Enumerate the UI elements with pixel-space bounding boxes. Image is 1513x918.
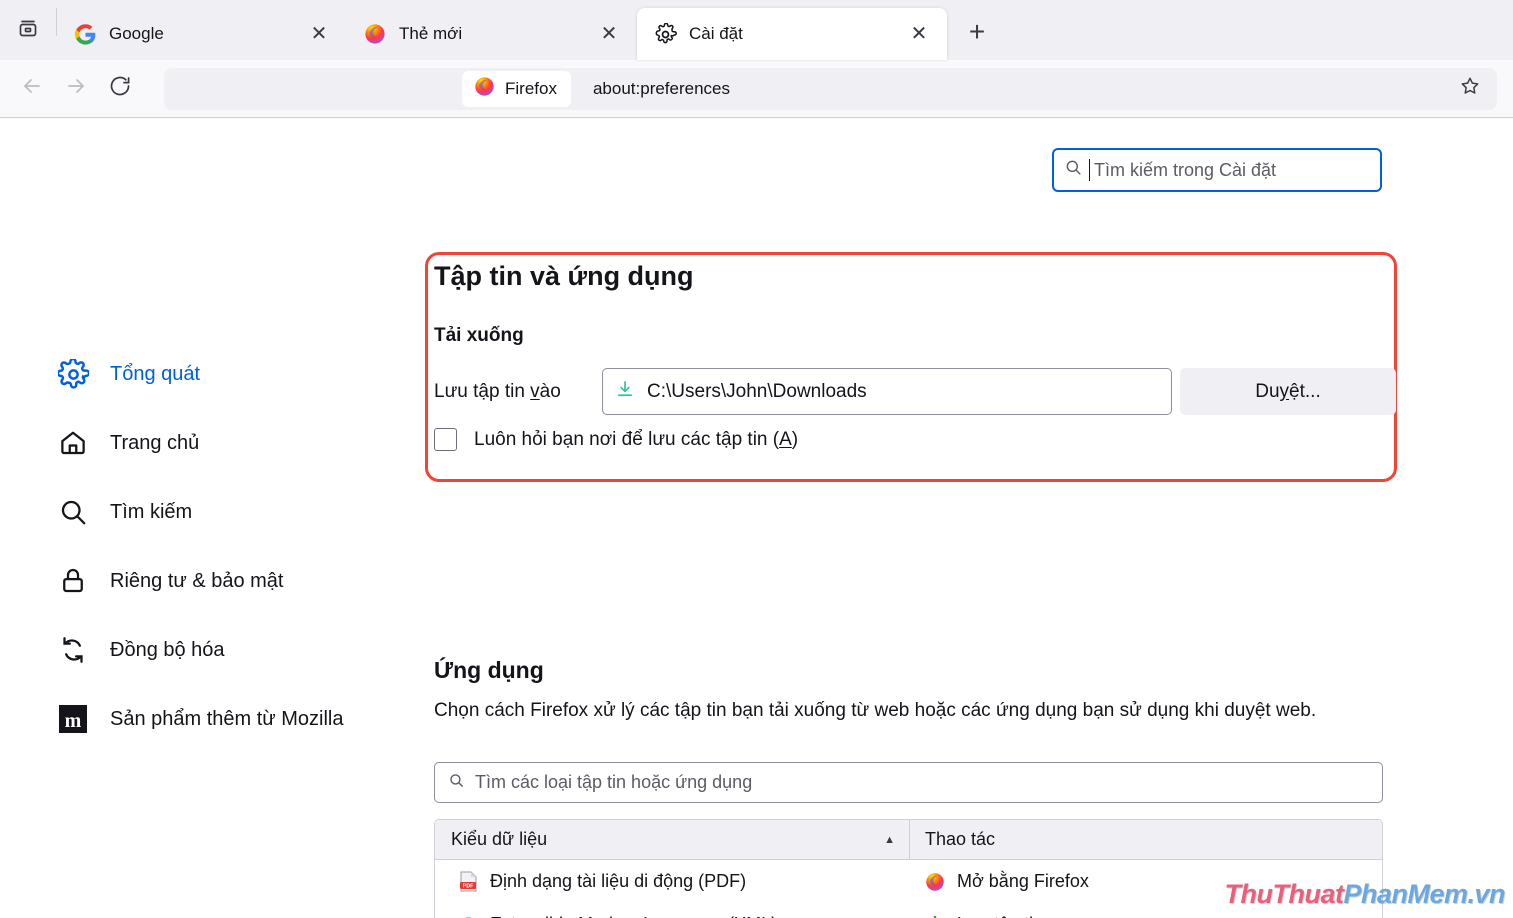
download-arrow-icon — [615, 379, 635, 404]
column-header-action-label: Thao tác — [925, 829, 996, 849]
sidebar-item-label: Tìm kiếm — [110, 500, 193, 523]
close-icon[interactable]: ✕ — [305, 20, 333, 48]
firefox-view-icon — [16, 16, 40, 45]
pdf-file-icon: PDF — [457, 871, 479, 893]
sync-icon — [56, 633, 90, 667]
tab-settings[interactable]: Cài đặt ✕ — [637, 8, 947, 60]
gear-icon — [56, 357, 90, 391]
sidebar-item-sync[interactable]: Đồng bộ hóa — [56, 626, 396, 674]
reload-icon — [108, 74, 132, 103]
column-header-action[interactable]: Thao tác — [909, 820, 1382, 859]
search-icon — [448, 772, 465, 794]
preferences-page: Tìm kiếm trong Cài đặt Tổng quát Trang c… — [0, 118, 1513, 918]
save-files-to-label: Lưu tập tin vào — [434, 380, 561, 402]
close-icon[interactable]: ✕ — [595, 20, 623, 48]
search-placeholder: Tìm kiếm trong Cài đặt — [1094, 159, 1277, 180]
row-type-label: Extensible Markup Language (XML) — [490, 914, 777, 918]
sidebar-item-search[interactable]: Tìm kiếm — [56, 488, 396, 536]
preferences-search: Tìm kiếm trong Cài đặt — [1052, 148, 1382, 192]
home-icon — [56, 426, 90, 460]
arrow-right-icon — [64, 74, 88, 103]
save-files-to-row: Lưu tập tin vào C:\Users\John\Downloads … — [434, 368, 1396, 415]
google-icon — [73, 22, 97, 46]
applications-heading: Ứng dụng — [434, 657, 544, 683]
back-button[interactable] — [10, 67, 54, 111]
watermark: ThuThuatPhanMem.vn — [1224, 879, 1505, 910]
lock-icon — [56, 564, 90, 598]
new-tab-button[interactable]: + — [955, 10, 999, 54]
sidebar-item-label: Trang chủ — [110, 431, 200, 454]
sort-ascending-icon: ▲ — [884, 833, 895, 846]
identity-chip[interactable]: Firefox — [462, 70, 571, 107]
firefox-icon — [924, 871, 946, 893]
search-icon — [56, 495, 90, 529]
svg-text:PDF: PDF — [462, 884, 473, 890]
applications-filter-placeholder: Tìm các loại tập tin hoặc ứng dụng — [475, 772, 753, 792]
row-action-label: Lưu tập tin — [957, 914, 1043, 918]
row-type-cell: Extensible Markup Language (XML) — [435, 903, 909, 918]
reload-button[interactable] — [98, 67, 142, 111]
sidebar-item-privacy[interactable]: Riêng tư & bảo mật — [56, 557, 396, 605]
identity-chip-label: Firefox — [505, 78, 557, 98]
watermark-part-b: PhanMem.vn — [1343, 879, 1505, 909]
always-ask-label: Luôn hỏi bạn nơi để lưu các tập tin (A) — [474, 428, 799, 450]
sidebar-item-general[interactable]: Tổng quát — [56, 350, 396, 398]
search-icon — [1064, 158, 1083, 182]
download-path-field[interactable]: C:\Users\John\Downloads — [602, 368, 1172, 415]
sidebar-item-home[interactable]: Trang chủ — [56, 419, 396, 467]
browse-button[interactable]: Du y ệt... — [1180, 368, 1396, 415]
text-caret — [1089, 159, 1090, 181]
always-ask-checkbox[interactable] — [434, 428, 457, 451]
close-icon[interactable]: ✕ — [905, 20, 933, 48]
edge-browser-icon — [457, 914, 479, 918]
tab-label: Thẻ mới — [399, 24, 463, 43]
sidebar-item-label: Đồng bộ hóa — [110, 638, 225, 661]
url-input[interactable]: about:preferences — [593, 79, 1449, 99]
watermark-part-a: ThuThuat — [1224, 879, 1344, 909]
firefox-icon — [363, 22, 387, 46]
star-icon — [1459, 75, 1481, 102]
tab-new-tab[interactable]: Thẻ mới ✕ — [347, 8, 637, 60]
always-ask-row[interactable]: Luôn hỏi bạn nơi để lưu các tập tin (A) — [434, 428, 798, 451]
mozilla-m-icon: m — [56, 702, 90, 736]
row-action-label: Mở bằng Firefox — [957, 871, 1089, 891]
arrow-left-icon — [20, 74, 44, 103]
gear-icon — [653, 22, 677, 46]
list-all-tabs-button[interactable] — [0, 0, 56, 60]
sidebar-item-mozilla-products[interactable]: m Sản phẩm thêm từ Mozilla — [56, 695, 396, 743]
svg-text:m: m — [65, 710, 82, 732]
url-bar[interactable]: Firefox about:preferences — [164, 67, 1497, 110]
section-title-files-and-applications: Tập tin và ứng dụng — [434, 261, 694, 291]
tab-label: Cài đặt — [689, 24, 743, 43]
sidebar-item-label: Sản phẩm thêm từ Mozilla — [110, 707, 344, 730]
search-input[interactable]: Tìm kiếm trong Cài đặt — [1052, 148, 1382, 192]
tab-google[interactable]: Google ✕ — [57, 8, 347, 60]
sidebar-item-label: Tổng quát — [110, 362, 201, 385]
tab-list: Google ✕ Thẻ mới ✕ Cài đặt ✕ — [57, 0, 947, 60]
firefox-icon — [474, 76, 495, 102]
forward-button[interactable] — [54, 67, 98, 111]
preferences-sidebar: Tổng quát Trang chủ Tìm kiếm Riêng tư & … — [56, 350, 396, 764]
tab-strip: Google ✕ Thẻ mới ✕ Cài đặt ✕ + — [0, 0, 1513, 60]
tab-label: Google — [109, 24, 164, 43]
row-type-cell: PDF Định dạng tài liệu di động (PDF) — [435, 860, 909, 903]
applications-description: Chọn cách Firefox xử lý các tập tin bạn … — [434, 700, 1317, 721]
save-file-icon — [924, 914, 946, 918]
column-header-type[interactable]: Kiểu dữ liệu ▲ — [435, 820, 909, 859]
sidebar-item-label: Riêng tư & bảo mật — [110, 569, 284, 592]
applications-filter-input[interactable]: Tìm các loại tập tin hoặc ứng dụng — [434, 762, 1383, 803]
download-path-value: C:\Users\John\Downloads — [647, 380, 867, 402]
row-type-label: Định dạng tài liệu di động (PDF) — [490, 871, 747, 891]
bookmark-button[interactable] — [1449, 68, 1491, 110]
applications-table-header: Kiểu dữ liệu ▲ Thao tác — [435, 820, 1382, 860]
column-header-type-label: Kiểu dữ liệu — [451, 829, 548, 849]
navigation-toolbar: Firefox about:preferences — [0, 60, 1513, 118]
downloads-heading: Tải xuống — [434, 325, 524, 346]
